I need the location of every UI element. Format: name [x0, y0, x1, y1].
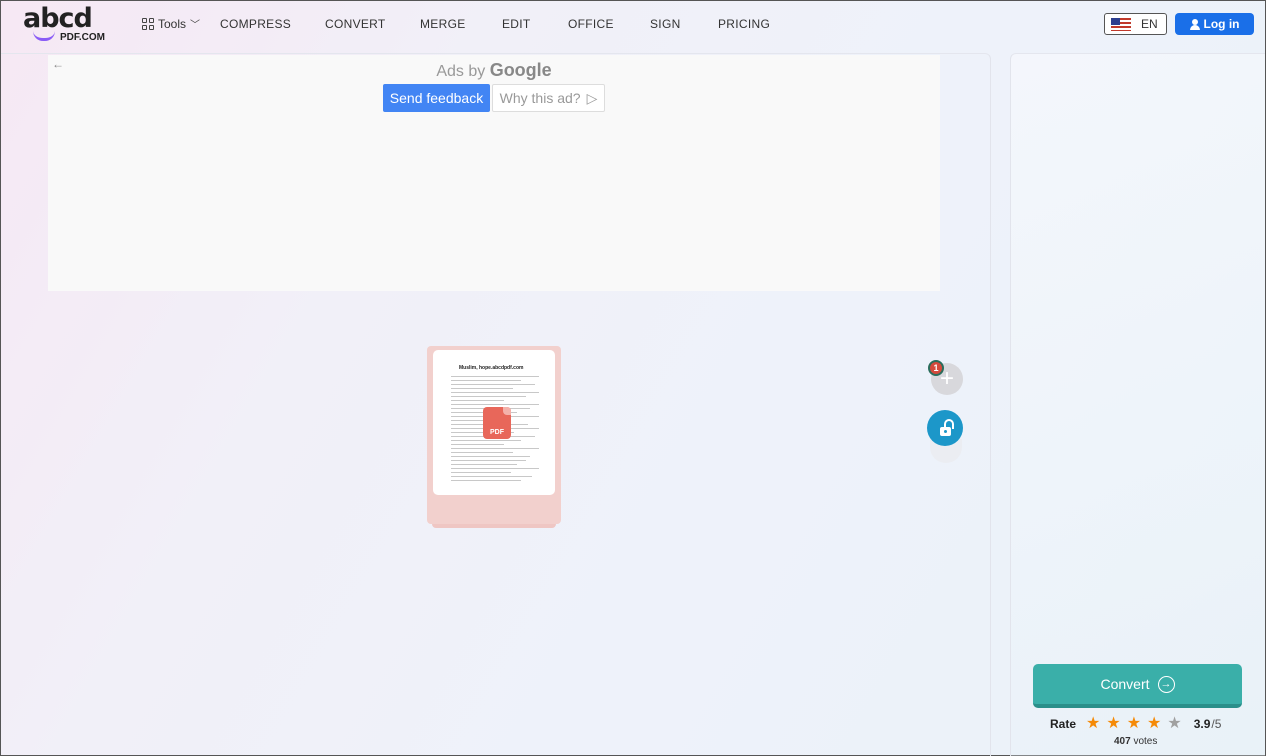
nav-edit[interactable]: EDIT [502, 17, 531, 31]
nav-pricing[interactable]: PRICING [718, 17, 770, 31]
unlock-button[interactable] [927, 410, 963, 446]
options-sidebar [1010, 53, 1265, 756]
votes-count: 407 votes [1114, 736, 1157, 747]
logo-text: abcd [23, 3, 93, 34]
pdf-badge-label: PDF [490, 429, 504, 436]
rating-row: Rate ★ ★ ★ ★ ★ 3.9 /5 [1050, 716, 1221, 732]
chevron-down-icon: ﹀ [190, 20, 201, 31]
nav-convert[interactable]: CONVERT [325, 17, 386, 31]
rating-score: 3.9 [1193, 717, 1211, 731]
grid-icon [142, 17, 154, 30]
language-selector[interactable]: EN [1104, 13, 1167, 35]
star-icon[interactable]: ★ [1127, 716, 1141, 732]
file-thumbnail-card[interactable]: Muslim, hope.abcdpdf.com PDF [427, 346, 561, 524]
language-label: EN [1141, 17, 1158, 31]
tools-menu[interactable]: Tools ﹀ [142, 16, 200, 31]
rate-label: Rate [1050, 717, 1077, 731]
us-flag-icon [1111, 17, 1131, 31]
votes-number: 407 [1114, 736, 1131, 747]
google-logo: Google [489, 60, 552, 80]
nav-office[interactable]: OFFICE [568, 17, 614, 31]
convert-button[interactable]: Convert → [1033, 664, 1242, 708]
why-this-ad-button[interactable]: Why this ad? ▷ [492, 84, 605, 112]
nav-merge[interactable]: MERGE [420, 17, 466, 31]
page-preview-title: Muslim, hope.abcdpdf.com [459, 365, 524, 371]
star-empty-icon[interactable]: ★ [1167, 716, 1181, 732]
file-page-preview: Muslim, hope.abcdpdf.com PDF [433, 350, 555, 495]
tools-label: Tools [158, 16, 187, 31]
rating-max: /5 [1211, 717, 1222, 731]
unlock-icon [939, 426, 951, 436]
logo[interactable]: abcd PDF.COM [23, 5, 107, 45]
nav-sign[interactable]: SIGN [650, 17, 681, 31]
logo-swoosh-icon [33, 31, 55, 41]
login-button[interactable]: Log in [1175, 13, 1254, 35]
star-icon[interactable]: ★ [1147, 716, 1161, 732]
ad-container: ← Ads by Google Send feedback Why this a… [48, 55, 940, 291]
ads-by-google: Ads by Google [48, 60, 940, 81]
send-feedback-button[interactable]: Send feedback [383, 84, 490, 112]
login-label: Log in [1203, 17, 1240, 31]
star-icon[interactable]: ★ [1086, 716, 1100, 732]
user-icon [1189, 18, 1200, 30]
convert-label: Convert [1100, 676, 1150, 692]
adchoices-icon: ▷ [586, 89, 598, 106]
votes-label: votes [1133, 736, 1158, 747]
nav-compress[interactable]: COMPRESS [220, 17, 291, 31]
file-count-badge: 1 [928, 360, 944, 376]
top-nav-bar: abcd PDF.COM Tools ﹀ COMPRESS CONVERT ME… [1, 1, 1265, 47]
logo-subtext: PDF.COM [60, 32, 105, 43]
ads-by-label: Ads by [436, 63, 486, 80]
star-icon[interactable]: ★ [1106, 716, 1120, 732]
why-this-ad-label: Why this ad? [499, 90, 581, 106]
pdf-file-icon: PDF [483, 407, 511, 439]
arrow-right-circle-icon: → [1157, 675, 1175, 693]
